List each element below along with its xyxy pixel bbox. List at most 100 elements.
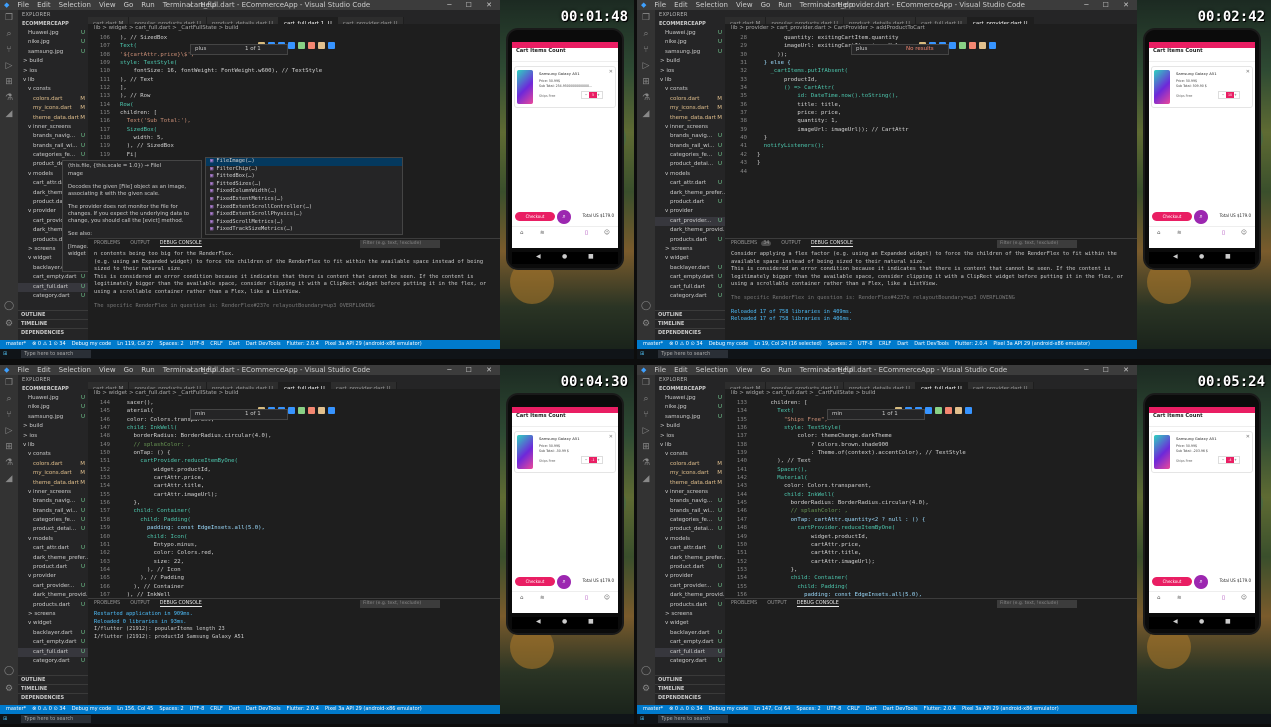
status-item[interactable]: Pixel 3a API 29 (android-x86 emulator) [993,340,1090,349]
source-control-icon[interactable]: ⑂ [637,407,655,423]
explorer-item[interactable]: Huawei.jpg U [18,394,88,403]
explorer-item[interactable]: v models [655,170,725,179]
checkout-button[interactable]: Checkout [515,212,555,221]
explorer-item[interactable]: v lib [18,76,88,85]
feeds-icon[interactable]: ≋ [540,230,545,236]
editor-tab[interactable]: cart_full.dart 1, U [278,17,338,24]
explorer-item[interactable]: my_icons.dart M [655,469,725,478]
explorer-item[interactable]: category.dart U [655,657,725,666]
editor-tab[interactable]: product_details.dart U [206,17,279,24]
flutter-icon[interactable]: ◢ [0,471,18,487]
menu-item-view[interactable]: View [95,365,120,375]
project-root[interactable]: ECOMMERCEAPP [655,385,725,394]
account-icon[interactable]: ◯ [637,663,655,679]
explorer-item[interactable]: brands_navig... U [655,132,725,141]
search-fab-icon[interactable]: ⌕ [557,210,571,224]
status-item[interactable]: Dart [229,340,240,349]
remove-item-icon[interactable]: ✕ [609,69,613,75]
code-editor[interactable]: 144 sacer(), 145 aterial(146 color: Color… [88,399,500,599]
search-fab-icon[interactable]: ⌕ [1194,575,1208,589]
panel-tab[interactable]: OUTPUT [130,241,150,246]
panel-tab[interactable]: OUTPUT [767,601,787,606]
explorer-item[interactable]: v widget [655,619,725,628]
explorer-item[interactable]: v inner_screens [655,488,725,497]
test-icon[interactable]: ⚗ [637,90,655,106]
cart-item-card[interactable]: Samsung Galaxy A51 Price: 50.99$ Sub Total… [1151,66,1253,108]
explorer-item[interactable]: cart_full.dart U [655,647,725,657]
search-icon[interactable]: ⌕ [637,26,655,42]
editor-tab[interactable]: cart_provider.dart U [337,17,404,24]
files-icon[interactable]: ❐ [0,375,18,391]
status-item[interactable]: CRLF [847,705,860,714]
explorer-item[interactable]: my_icons.dart M [655,104,725,113]
explorer-item[interactable]: cart_empty.dart U [655,273,725,282]
taskbar-search[interactable]: Type here to search [21,349,92,358]
test-icon[interactable]: ⚗ [0,455,18,471]
windows-start-icon[interactable]: ⊞ [3,351,7,357]
status-item[interactable]: ⊗ 0 ⚠ 1 ⊙ 34 [32,340,66,349]
editor-tab[interactable]: cart.dart M [88,382,130,389]
explorer-item[interactable]: brands_rail_wi... U [655,507,725,516]
explorer-item[interactable]: v inner_screens [655,123,725,132]
explorer-item[interactable]: dark_theme_provid... [655,226,725,235]
window-controls[interactable]: ─ ☐ ✕ [1084,0,1135,10]
status-item[interactable]: Dart DevTools [914,340,949,349]
run-debug-icon[interactable]: ▷ [637,58,655,74]
explorer-item[interactable]: brands_rail_wi... U [18,142,88,151]
explorer-item[interactable]: backlayer.dart U [18,629,88,638]
outline-section[interactable]: OUTLINE [18,675,88,684]
project-root[interactable]: ECOMMERCEAPP [18,20,88,29]
status-item[interactable]: CRLF [210,340,223,349]
menu-item-edit[interactable]: Edit [33,0,55,10]
account-icon[interactable]: ◯ [0,298,18,314]
menu-item-run[interactable]: Run [774,0,795,10]
project-root[interactable]: ECOMMERCEAPP [655,20,725,29]
explorer-item[interactable]: > ios [18,432,88,441]
explorer-item[interactable]: > ios [655,432,725,441]
editor-tab[interactable]: cart_provider.dart U [967,382,1034,389]
explorer-item[interactable]: product.dart U [655,198,725,207]
explorer-item[interactable]: > ios [655,67,725,76]
status-item[interactable]: master* [643,705,663,714]
menu-item-selection[interactable]: Selection [692,0,732,10]
status-item[interactable]: Debug my code [72,340,112,349]
explorer-item[interactable]: > build [655,57,725,66]
explorer-item[interactable]: nike.jpg U [18,403,88,412]
editor-tab[interactable]: popular_products.dart U [766,382,844,389]
explorer-item[interactable]: samsung.jpg U [655,413,725,422]
home-circle-icon[interactable]: ● [562,618,567,625]
remove-item-icon[interactable]: ✕ [609,434,613,440]
autocomplete-list[interactable]: ▣ FileImage(…) ▣ FilterChip(…) ▣ FittedBox… [205,157,403,235]
quantity-stepper[interactable]: − -1 + [581,456,603,464]
checkout-button[interactable]: Checkout [515,577,555,586]
explorer-item[interactable]: cart_provider... U [655,582,725,591]
menu-item-selection[interactable]: Selection [692,365,732,375]
menu-item-edit[interactable]: Edit [670,365,692,375]
status-item[interactable]: Flutter: 2.0.4 [287,340,319,349]
explorer-item[interactable]: category.dart U [18,657,88,666]
editor-tab[interactable]: popular_products.dart U [129,17,207,24]
feeds-icon[interactable]: ≋ [540,595,545,601]
explorer-item[interactable]: v inner_screens [18,488,88,497]
back-icon[interactable]: ◀ [1173,253,1178,260]
status-item[interactable]: CRLF [879,340,892,349]
plus-icon[interactable]: + [596,92,601,98]
files-icon[interactable]: ❐ [637,375,655,391]
panel-tab[interactable]: PROBLEMS [731,601,757,606]
find-widget[interactable]: min 1 of 1 [827,409,925,420]
explorer-item[interactable]: samsung.jpg U [18,413,88,422]
explorer-item[interactable]: samsung.jpg U [655,48,725,57]
explorer-item[interactable]: nike.jpg U [655,38,725,47]
run-debug-icon[interactable]: ▷ [0,423,18,439]
cart-item-card[interactable]: Samsung Galaxy A51 Price: 50.99$ Sub Total… [1151,431,1253,473]
recents-icon[interactable]: ■ [1225,618,1231,625]
explorer-item[interactable]: v consts [655,450,725,459]
status-item[interactable]: ⊗ 0 ⚠ 0 ⊙ 34 [669,340,703,349]
explorer-item[interactable]: cart_full.dart U [18,647,88,657]
autocomplete-item[interactable]: ▣ FixedExtentMetrics(…) [206,196,402,204]
window-controls[interactable]: ─ ☐ ✕ [1084,365,1135,375]
autocomplete-item[interactable]: ▣ FittedSizes(…) [206,181,402,189]
explorer-item[interactable]: v provider [18,572,88,581]
search-icon[interactable]: ⌕ [0,391,18,407]
editor-tab[interactable]: product_details.dart U [843,17,916,24]
